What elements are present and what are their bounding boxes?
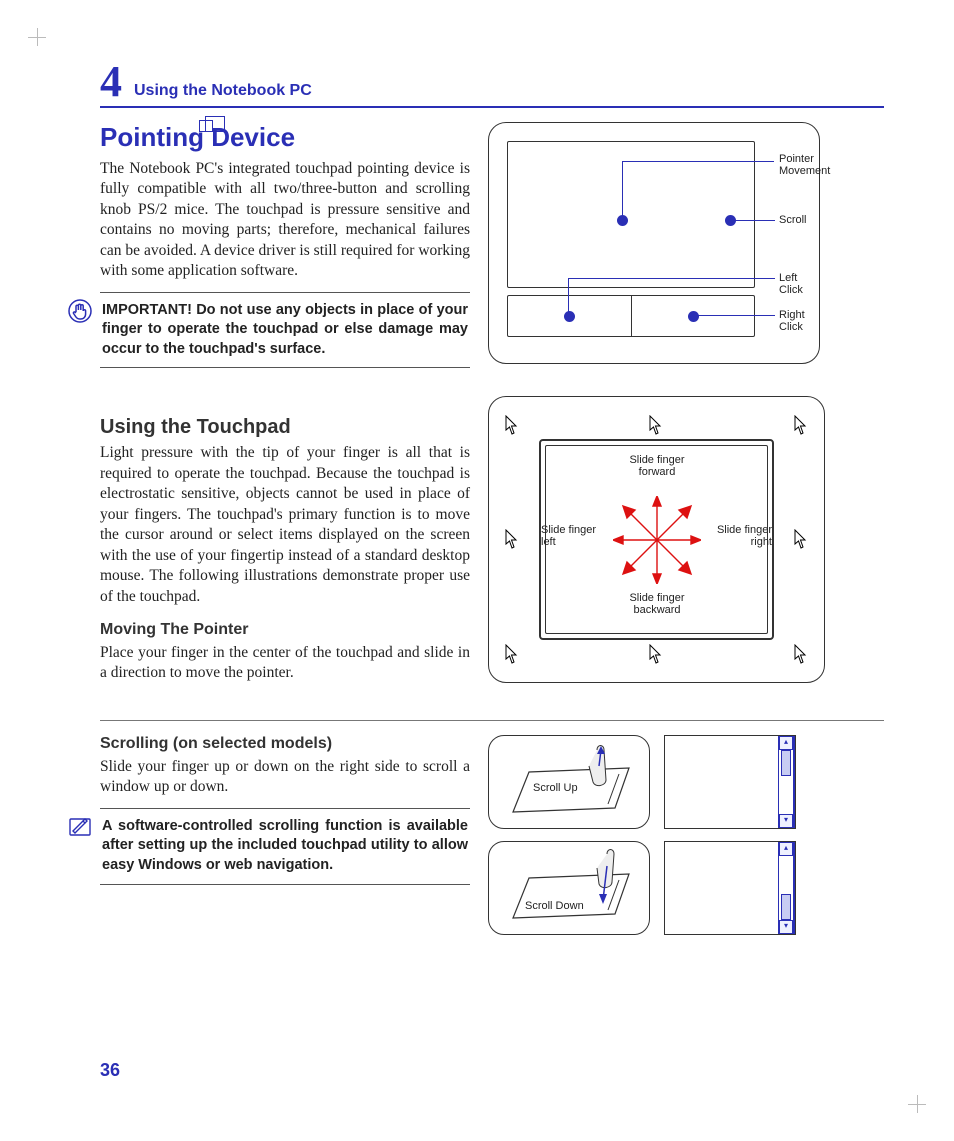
note-icon bbox=[68, 815, 92, 839]
label-slide-backward: Slide finger backward bbox=[617, 593, 697, 616]
label-pointer-movement: Pointer Movement bbox=[779, 153, 830, 177]
touchpad-icon bbox=[205, 116, 225, 132]
heading-moving-pointer: Moving The Pointer bbox=[100, 621, 470, 639]
paragraph: Slide your finger up or down on the righ… bbox=[100, 757, 470, 798]
touchpad-diagram: Pointer Movement Scroll Left Click Right… bbox=[488, 122, 820, 364]
section-scrolling: Scrolling (on selected models) Slide you… bbox=[100, 735, 884, 947]
window-scroll-down-diagram: ▴ ▾ bbox=[664, 841, 796, 935]
heading-using-touchpad: Using the Touchpad bbox=[100, 416, 470, 439]
paragraph: Light pressure with the tip of your fing… bbox=[100, 443, 470, 607]
page-number: 36 bbox=[100, 1060, 120, 1081]
touchpad-move-diagram: Slide finger forward Slide finger left S… bbox=[488, 396, 825, 683]
chapter-title: Using the Notebook PC bbox=[134, 82, 312, 106]
window-scroll-up-diagram: ▴ ▾ bbox=[664, 735, 796, 829]
important-note: IMPORTANT! Do not use any objects in pla… bbox=[100, 292, 470, 369]
software-note-text: A software-controlled scrolling function… bbox=[102, 818, 468, 873]
manual-page: 4 Using the Notebook PC Pointing Device … bbox=[0, 0, 954, 1141]
label-scroll: Scroll bbox=[779, 214, 807, 226]
label-slide-forward: Slide finger forward bbox=[617, 455, 697, 478]
cursor-icon bbox=[505, 529, 519, 549]
cursor-icon bbox=[505, 644, 519, 664]
heading-pointing-device: Pointing Device bbox=[100, 122, 470, 153]
direction-arrows-icon bbox=[613, 496, 701, 584]
paragraph: Place your finger in the center of the t… bbox=[100, 643, 470, 684]
cursor-icon bbox=[794, 415, 808, 435]
label-right-click: Right Click bbox=[779, 309, 819, 333]
divider bbox=[100, 720, 884, 721]
scroll-up-pad-diagram: Scroll Up bbox=[488, 735, 650, 829]
label-scroll-up: Scroll Up bbox=[533, 782, 578, 794]
scroll-down-pad-diagram: Scroll Down bbox=[488, 841, 650, 935]
chapter-header: 4 Using the Notebook PC bbox=[100, 60, 884, 108]
section-using-touchpad: Using the Touchpad Light pressure with t… bbox=[100, 396, 884, 694]
label-scroll-down: Scroll Down bbox=[525, 900, 584, 912]
important-note-text: IMPORTANT! Do not use any objects in pla… bbox=[102, 302, 468, 357]
label-slide-right: Slide finger right bbox=[717, 525, 772, 548]
cursor-icon bbox=[649, 415, 663, 435]
cursor-icon bbox=[649, 644, 663, 664]
paragraph: The Notebook PC's integrated touchpad po… bbox=[100, 159, 470, 282]
chapter-number: 4 bbox=[100, 60, 122, 106]
cursor-icon bbox=[505, 415, 519, 435]
cursor-icon bbox=[794, 644, 808, 664]
cursor-icon bbox=[794, 529, 808, 549]
crop-mark bbox=[28, 28, 46, 46]
section-pointing-device: Pointing Device The Notebook PC's integr… bbox=[100, 122, 884, 368]
label-slide-left: Slide finger left bbox=[541, 525, 621, 548]
crop-mark bbox=[908, 1095, 926, 1113]
label-left-click: Left Click bbox=[779, 272, 819, 296]
software-note: A software-controlled scrolling function… bbox=[100, 808, 470, 885]
heading-scrolling: Scrolling (on selected models) bbox=[100, 735, 470, 753]
hand-icon bbox=[68, 299, 92, 323]
